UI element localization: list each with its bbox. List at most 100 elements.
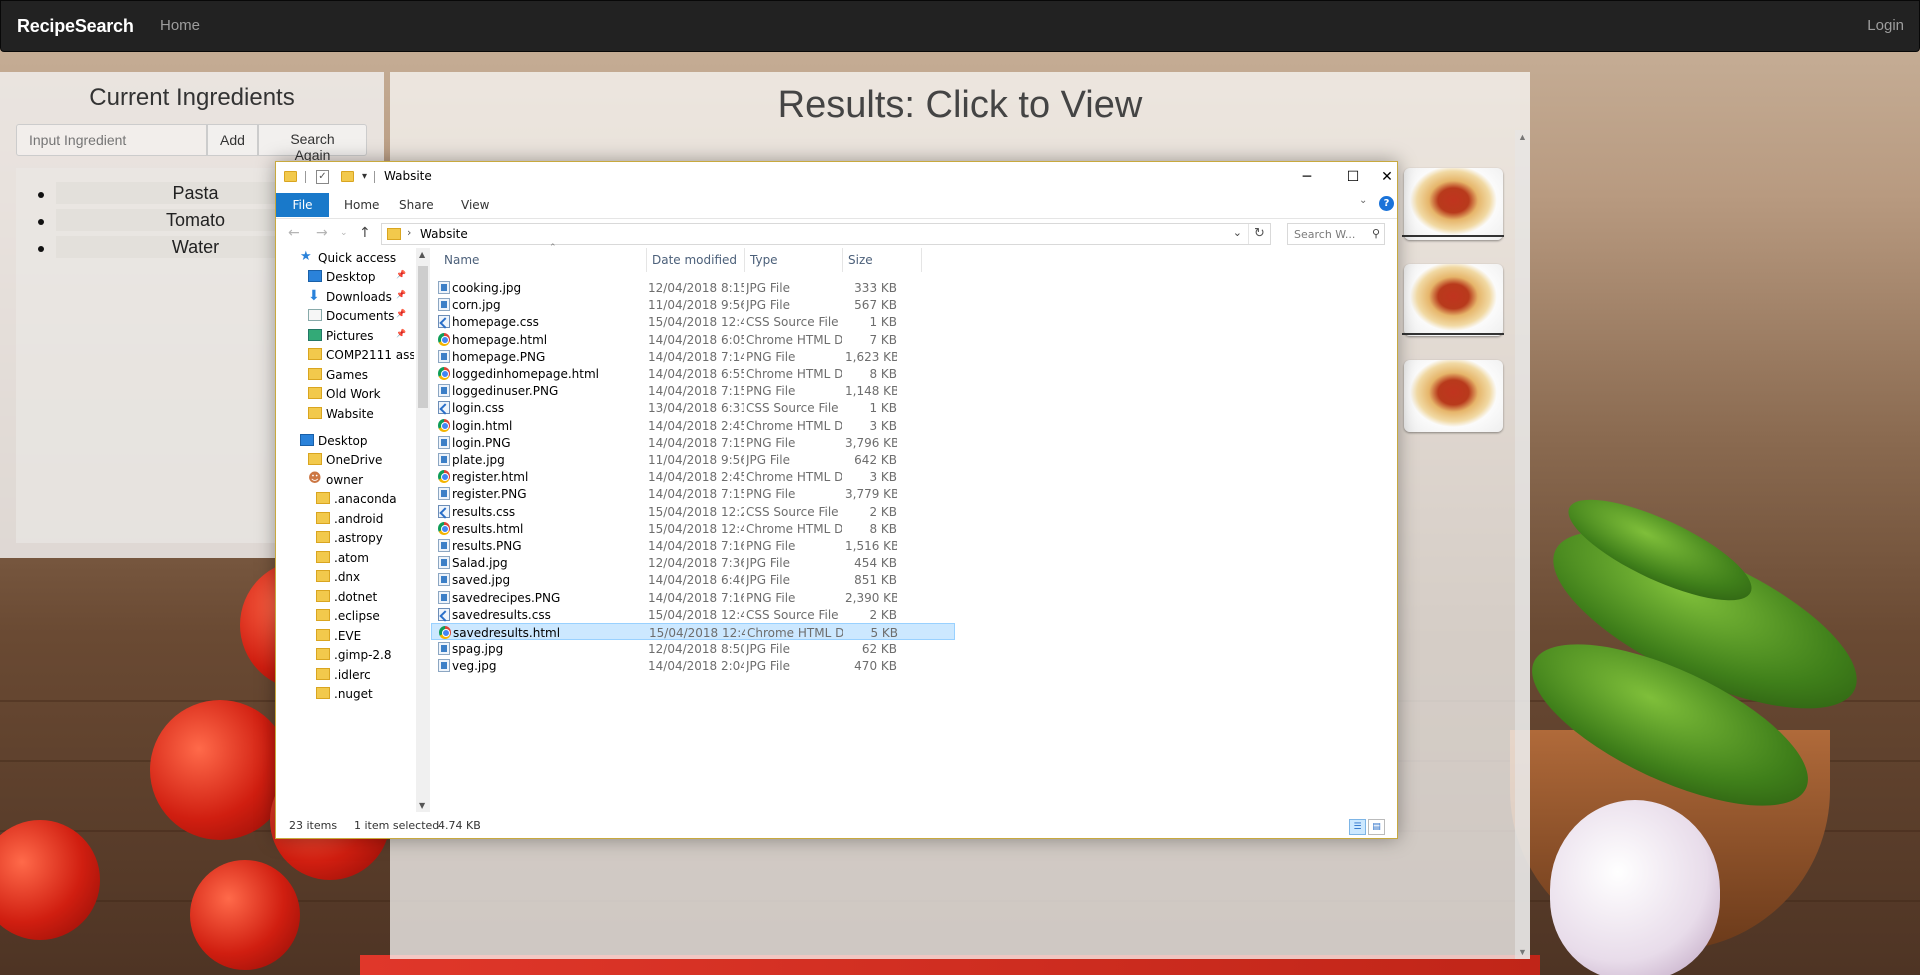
- scrollbar-thumb[interactable]: [418, 266, 428, 408]
- file-row[interactable]: Salad.jpg 12/04/2018 7:36 PMJPG File 454 K…: [431, 554, 955, 571]
- nav-item[interactable]: .android: [276, 509, 414, 529]
- breadcrumb-separator-icon[interactable]: ›: [407, 226, 411, 239]
- column-header-size[interactable]: Size: [843, 248, 922, 272]
- file-row[interactable]: results.PNG 14/04/2018 7:16 PMPNG File 1,5…: [431, 537, 955, 554]
- column-header-type[interactable]: Type: [745, 248, 843, 272]
- add-ingredient-button[interactable]: Add: [207, 124, 258, 156]
- refresh-icon[interactable]: ↻: [1248, 224, 1270, 244]
- file-row[interactable]: savedresults.css 15/04/2018 12:44 ...CSS …: [431, 606, 955, 623]
- column-header-name[interactable]: Name: [439, 248, 647, 272]
- recent-locations-dropdown-icon[interactable]: ⌄: [340, 228, 348, 238]
- search-input[interactable]: Search W... ⚲: [1287, 223, 1385, 245]
- file-row[interactable]: homepage.PNG 14/04/2018 7:14 PMPNG File 1,…: [431, 348, 955, 365]
- pin-icon[interactable]: 📌: [396, 290, 406, 299]
- nav-item[interactable]: .EVE: [276, 626, 414, 646]
- file-row[interactable]: cooking.jpg 12/04/2018 8:15 PMJPG File 333…: [431, 279, 955, 296]
- details-view-icon[interactable]: ☰: [1349, 819, 1366, 835]
- user-icon: ☻: [308, 471, 322, 486]
- nav-item[interactable]: Games: [276, 365, 414, 385]
- address-dropdown-icon[interactable]: ⌄: [1233, 226, 1242, 239]
- scroll-up-arrow-icon[interactable]: ▲: [1518, 132, 1527, 142]
- recipe-thumbnail[interactable]: [1404, 360, 1503, 432]
- file-row[interactable]: results.css 15/04/2018 12:25 ...CSS Sourc…: [431, 503, 955, 520]
- brand-logo[interactable]: RecipeSearch: [17, 16, 134, 37]
- quick-access-toolbar-dropdown-icon[interactable]: ▾: [362, 171, 367, 182]
- recipe-thumbnail[interactable]: [1404, 168, 1503, 240]
- nav-item[interactable]: .eclipse: [276, 606, 414, 626]
- file-row[interactable]: loggedinuser.PNG 14/04/2018 7:15 PMPNG Fi…: [431, 382, 955, 399]
- file-size: 1 KB: [869, 401, 897, 416]
- file-row[interactable]: savedresults.html 15/04/2018 12:46 ...Chr…: [431, 623, 955, 640]
- tab-home[interactable]: Home: [334, 193, 389, 217]
- file-row[interactable]: spag.jpg 12/04/2018 8:50 PMJPG File 62 KB: [431, 640, 955, 657]
- recipe-thumbnail[interactable]: [1404, 264, 1503, 336]
- nav-item[interactable]: Old Work: [276, 384, 414, 404]
- nav-item[interactable]: .anaconda: [276, 489, 414, 509]
- tab-file[interactable]: File: [276, 193, 329, 217]
- nav-item[interactable]: Desktop: [276, 431, 414, 451]
- ingredient-input[interactable]: [16, 124, 207, 156]
- nav-item[interactable]: COMP2111 ass1: [276, 345, 414, 365]
- nav-item[interactable]: ⬇ Downloads 📌: [276, 287, 414, 307]
- file-row[interactable]: register.html 14/04/2018 2:45 PMChrome HT…: [431, 468, 955, 485]
- file-row[interactable]: login.PNG 14/04/2018 7:15 PMPNG File 3,796…: [431, 434, 955, 451]
- nav-item[interactable]: .idlerc: [276, 665, 414, 685]
- file-row[interactable]: savedrecipes.PNG 14/04/2018 7:16 PMPNG Fi…: [431, 589, 955, 606]
- help-icon[interactable]: ?: [1379, 196, 1394, 211]
- nav-item[interactable]: Pictures 📌: [276, 326, 414, 346]
- file-size: 7 KB: [869, 332, 897, 347]
- forward-arrow-icon[interactable]: →: [316, 225, 328, 241]
- explorer-titlebar[interactable]: ✓ ▾ Wabsite ─ ☐ ✕: [276, 162, 1397, 193]
- file-row[interactable]: register.PNG 14/04/2018 7:15 PMPNG File 3,…: [431, 485, 955, 502]
- nav-item[interactable]: .dotnet: [276, 587, 414, 607]
- nav-login-link[interactable]: Login: [1867, 17, 1904, 34]
- address-field[interactable]: › Wabsite ⌄ ↻: [381, 223, 1271, 245]
- breadcrumb[interactable]: Wabsite: [420, 227, 468, 241]
- file-row[interactable]: corn.jpg 11/04/2018 9:56 PMJPG File 567 KB: [431, 296, 955, 313]
- scroll-down-arrow-icon[interactable]: ▼: [419, 801, 425, 810]
- nav-item[interactable]: ☻ owner: [276, 470, 414, 490]
- navigation-pane-scrollbar[interactable]: ▲ ▼: [416, 248, 430, 812]
- properties-icon[interactable]: ✓: [316, 170, 329, 184]
- nav-item[interactable]: .astropy: [276, 528, 414, 548]
- nav-item[interactable]: Wabsite: [276, 404, 414, 424]
- nav-item[interactable]: Desktop 📌: [276, 267, 414, 287]
- file-row[interactable]: loggedinhomepage.html 14/04/2018 6:55 PMC…: [431, 365, 955, 382]
- search-again-button[interactable]: Search Again: [258, 124, 367, 163]
- pin-icon[interactable]: 📌: [396, 309, 406, 318]
- close-icon[interactable]: ✕: [1376, 162, 1398, 192]
- nav-item[interactable]: .atom: [276, 548, 414, 568]
- nav-item[interactable]: Documents 📌: [276, 306, 414, 326]
- results-scrollbar[interactable]: ▲ ▼: [1515, 130, 1530, 959]
- new-folder-icon[interactable]: [341, 171, 354, 182]
- pin-icon[interactable]: 📌: [396, 329, 406, 338]
- file-row[interactable]: homepage.html 14/04/2018 6:05 PMChrome HT…: [431, 331, 955, 348]
- tab-share[interactable]: Share: [389, 193, 444, 217]
- nav-item[interactable]: OneDrive: [276, 450, 414, 470]
- file-row[interactable]: plate.jpg 11/04/2018 9:56 PMJPG File 642 K…: [431, 451, 955, 468]
- file-row[interactable]: homepage.css 15/04/2018 12:45 ...CSS Sour…: [431, 313, 955, 330]
- maximize-icon[interactable]: ☐: [1330, 162, 1376, 192]
- scroll-up-arrow-icon[interactable]: ▲: [419, 250, 425, 259]
- tab-view[interactable]: View: [451, 193, 499, 217]
- nav-item[interactable]: ★ Quick access: [276, 248, 414, 268]
- file-row[interactable]: results.html 15/04/2018 12:46 ...Chrome H…: [431, 520, 955, 537]
- expand-ribbon-chevron-icon[interactable]: ⌄: [1359, 195, 1367, 206]
- file-row[interactable]: login.html 14/04/2018 2:45 PMChrome HTML …: [431, 417, 955, 434]
- file-row[interactable]: veg.jpg 14/04/2018 2:04 AMJPG File 470 KB: [431, 657, 955, 674]
- file-row[interactable]: saved.jpg 14/04/2018 6:46 PMJPG File 851 K…: [431, 571, 955, 588]
- scroll-down-arrow-icon[interactable]: ▼: [1518, 947, 1527, 957]
- file-row[interactable]: login.css 13/04/2018 6:31 PMCSS Source Fi…: [431, 399, 955, 416]
- nav-item[interactable]: .gimp-2.8: [276, 645, 414, 665]
- column-header-date-modified[interactable]: Date modified: [647, 248, 745, 272]
- up-arrow-icon[interactable]: ↑: [359, 225, 371, 241]
- nav-item[interactable]: .dnx: [276, 567, 414, 587]
- nav-home-link[interactable]: Home: [160, 17, 200, 34]
- back-arrow-icon[interactable]: ←: [288, 225, 300, 241]
- file-type: JPG File: [746, 453, 790, 467]
- nav-item[interactable]: .nuget: [276, 684, 414, 704]
- minimize-icon[interactable]: ─: [1284, 162, 1330, 192]
- pin-icon[interactable]: 📌: [396, 270, 406, 279]
- large-icons-view-icon[interactable]: ▤: [1368, 819, 1385, 835]
- file-name: corn.jpg: [452, 298, 501, 313]
